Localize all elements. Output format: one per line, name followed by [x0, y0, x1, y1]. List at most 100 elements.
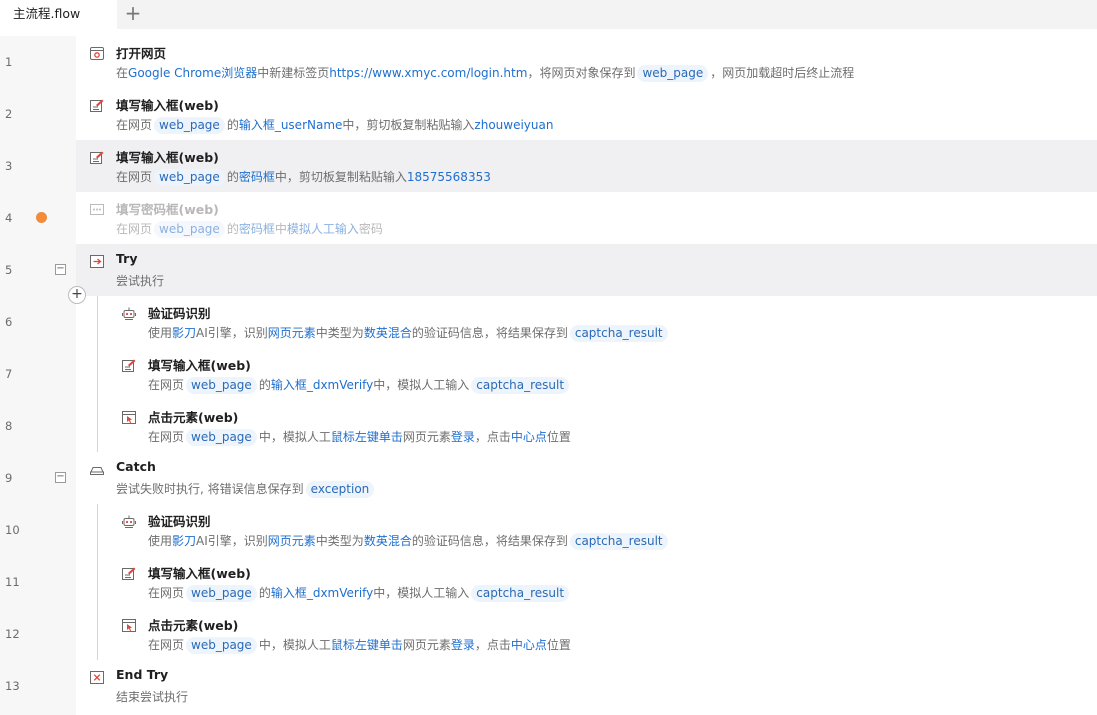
collapse-toggle[interactable]: −	[55, 264, 66, 275]
param-link[interactable]: 登录	[451, 430, 475, 444]
click-element-icon	[122, 617, 136, 632]
desc-text: 使用	[148, 326, 173, 340]
desc-text: 的	[226, 222, 239, 236]
flow-step[interactable]: 4 填写密码框(web) 在网页 web_page 的密码框中模拟人工输入密码	[0, 192, 1097, 244]
param-link[interactable]: 输入框_dxmVerify	[271, 586, 373, 600]
param-link[interactable]: 中心点	[511, 638, 547, 652]
step-title: 点击元素(web)	[148, 618, 239, 633]
variable-chip[interactable]: web_page	[154, 169, 225, 186]
param-link[interactable]: 登录	[451, 638, 475, 652]
param-link[interactable]: zhouweiyuan	[474, 118, 553, 132]
desc-text: 在网页	[116, 118, 153, 132]
param-link[interactable]: 中心点	[511, 430, 547, 444]
param-link[interactable]: 鼠标左键单击	[331, 430, 403, 444]
add-tab-button[interactable]: +	[122, 3, 144, 25]
flow-step[interactable]: + 6 验证码识别 使用影刀AI引擎，识别网页元素中类型为数英混合的验证码信息，将结…	[0, 286, 1097, 348]
step-title: 填写输入框(web)	[116, 150, 219, 165]
param-link[interactable]: 输入框_dxmVerify	[271, 378, 373, 392]
line-number: 2	[5, 107, 13, 121]
step-description: 在网页 web_page 的输入框_userName中，剪切板复制粘贴输入zhouw…	[116, 116, 553, 134]
variable-chip[interactable]: exception	[305, 481, 375, 498]
flow-step[interactable]: − 5 Try 尝试执行	[0, 244, 1097, 296]
desc-text: 在	[116, 66, 129, 80]
param-link[interactable]: 网页元素	[268, 326, 316, 340]
desc-text: 中类型为	[315, 326, 364, 340]
step-description: 尝试执行	[116, 272, 164, 289]
param-link[interactable]: 影刀	[172, 326, 196, 340]
flow-step[interactable]: 13 End Try 结束尝试执行	[0, 660, 1097, 712]
param-link[interactable]: 输入框_userName	[239, 118, 343, 132]
line-number: 11	[5, 575, 20, 589]
step-title: 点击元素(web)	[148, 410, 239, 425]
desc-text: 在网页	[148, 430, 185, 444]
step-description: 结束尝试执行	[116, 688, 188, 705]
step-title: 填写输入框(web)	[116, 98, 219, 113]
variable-chip[interactable]: web_page	[154, 221, 225, 238]
captcha-robot-icon	[122, 305, 136, 320]
step-description: 在网页 web_page 的输入框_dxmVerify中，模拟人工输入 captcha…	[148, 584, 571, 602]
param-link[interactable]: 数英混合	[364, 534, 412, 548]
click-element-icon	[122, 409, 136, 424]
step-description: 在网页 web_page 的密码框中，剪切板复制粘贴输入18575568353	[116, 168, 491, 186]
flow-step[interactable]: 2 填写输入框(web) 在网页 web_page 的输入框_userName中，剪切板…	[0, 88, 1097, 140]
desc-text: 的	[226, 170, 239, 184]
variable-chip[interactable]: captcha_result	[569, 533, 668, 550]
tab-bar: 主流程.flow +	[0, 0, 1097, 29]
flow-step[interactable]: 12 点击元素(web) 在网页 web_page 中，模拟人工鼠标左键单击网页元素登录…	[0, 608, 1097, 660]
catch-icon	[90, 461, 104, 475]
desc-text: 的	[258, 586, 271, 600]
desc-text: 位置	[546, 430, 571, 444]
desc-text: 中	[274, 222, 287, 236]
param-link[interactable]: 模拟人工输入	[287, 222, 359, 236]
param-link[interactable]: 密码框	[239, 170, 275, 184]
password-fill-icon	[90, 201, 104, 215]
step-title: 填写输入框(web)	[148, 566, 251, 581]
desc-text: AI引擎，识别	[196, 534, 268, 548]
flow-step[interactable]: 7 填写输入框(web) 在网页 web_page 的输入框_dxmVerify中，模拟…	[0, 348, 1097, 400]
insert-step-button[interactable]: +	[68, 286, 86, 304]
step-title: Catch	[116, 459, 156, 474]
param-link[interactable]: https://www.xmyc.com/login.htm	[329, 66, 527, 80]
variable-chip[interactable]: web_page	[186, 585, 257, 602]
param-link[interactable]: 影刀	[172, 534, 196, 548]
step-description: 在网页 web_page 中，模拟人工鼠标左键单击网页元素登录，点击中心点位置	[148, 636, 571, 654]
variable-chip[interactable]: captcha_result	[471, 377, 570, 394]
browser-open-icon	[90, 45, 104, 60]
desc-text: 的	[226, 118, 239, 132]
desc-text: 的	[258, 378, 271, 392]
param-link[interactable]: 网页元素	[268, 534, 316, 548]
variable-chip[interactable]: web_page	[637, 65, 709, 82]
flow-step[interactable]: 8 点击元素(web) 在网页 web_page 中，模拟人工鼠标左键单击网页元素登录，…	[0, 400, 1097, 452]
variable-chip[interactable]: captcha_result	[471, 585, 570, 602]
param-link[interactable]: 鼠标左键单击	[331, 638, 403, 652]
flow-step[interactable]: 1 打开网页 在Google Chrome浏览器中新建标签页https://www.…	[0, 36, 1097, 88]
desc-text: 中，剪切板复制粘贴输入	[274, 170, 407, 184]
desc-text: 中新建标签页	[257, 66, 330, 80]
collapse-toggle[interactable]: −	[55, 472, 66, 483]
variable-chip[interactable]: web_page	[154, 117, 225, 134]
try-icon	[90, 253, 104, 268]
step-title: 填写输入框(web)	[148, 358, 251, 373]
line-number: 8	[5, 419, 13, 433]
flow-editor: 1 打开网页 在Google Chrome浏览器中新建标签页https://www.…	[0, 36, 1097, 715]
tab-main-flow[interactable]: 主流程.flow	[0, 0, 117, 29]
param-link[interactable]: 18575568353	[407, 170, 491, 184]
flow-step[interactable]: 10 验证码识别 使用影刀AI引擎，识别网页元素中类型为数英混合的验证码信息，将结果…	[0, 504, 1097, 556]
variable-chip[interactable]: captcha_result	[569, 325, 668, 342]
step-title: 打开网页	[116, 46, 167, 61]
param-link[interactable]: 密码框	[239, 222, 275, 236]
line-number: 13	[5, 679, 20, 693]
param-link[interactable]: 数英混合	[364, 326, 412, 340]
flow-step[interactable]: − 9 Catch 尝试失败时执行, 将错误信息保存到 exception	[0, 452, 1097, 504]
variable-chip[interactable]: web_page	[186, 429, 257, 446]
variable-chip[interactable]: web_page	[186, 377, 257, 394]
variable-chip[interactable]: web_page	[186, 637, 257, 654]
desc-text: 中，模拟人工	[258, 430, 331, 444]
flow-step[interactable]: 3 填写输入框(web) 在网页 web_page 的密码框中，剪切板复制粘贴输入185…	[0, 140, 1097, 192]
param-link[interactable]: Google Chrome浏览器	[128, 66, 257, 80]
flow-step[interactable]: 11 填写输入框(web) 在网页 web_page 的输入框_dxmVerify中，模…	[0, 556, 1097, 608]
desc-text: ，将网页对象保存到	[527, 66, 636, 80]
desc-text: 中，模拟人工输入	[373, 378, 470, 392]
desc-text: 网页元素	[402, 638, 451, 652]
step-description: 在Google Chrome浏览器中新建标签页https://www.xmyc.…	[116, 64, 854, 82]
